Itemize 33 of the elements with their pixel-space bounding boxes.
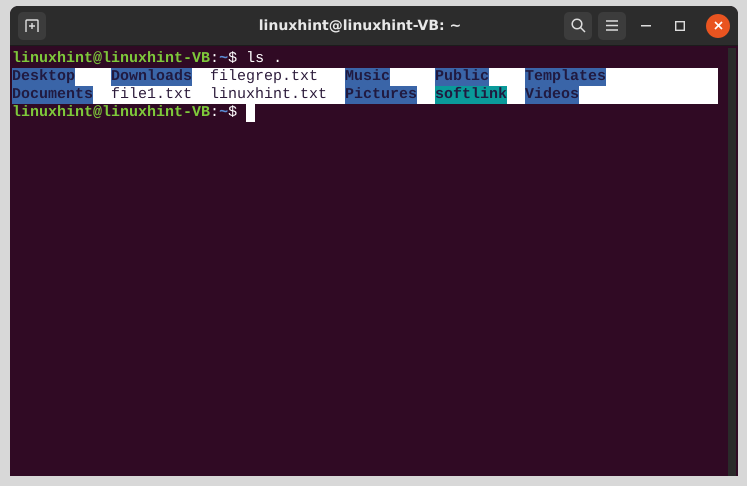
close-button[interactable] xyxy=(706,14,730,38)
folder-name: Public xyxy=(435,68,490,86)
folder-name: Downloads xyxy=(111,68,192,86)
file-name: file1.txt xyxy=(111,86,192,104)
command-text: ls . xyxy=(246,50,282,68)
prompt-path: ~ xyxy=(219,50,228,68)
menu-button[interactable] xyxy=(598,12,626,40)
prompt-separator: : xyxy=(210,50,220,68)
prompt-user: linuxhint@linuxhint-VB xyxy=(12,104,210,122)
folder-name: Videos xyxy=(525,86,580,104)
close-icon xyxy=(714,21,722,30)
folder-name: Documents xyxy=(12,86,94,104)
folder-name: Templates xyxy=(525,68,606,86)
maximize-icon xyxy=(675,20,685,30)
new-tab-button[interactable] xyxy=(18,12,46,40)
prompt-user: linuxhint@linuxhint-VB xyxy=(12,50,210,68)
search-button[interactable] xyxy=(564,12,592,40)
prompt-symbol: $ xyxy=(228,104,238,122)
folder-name: Music xyxy=(345,68,390,86)
search-icon xyxy=(570,18,586,33)
new-tab-icon xyxy=(25,18,39,32)
window-title: linuxhint@linuxhint-VB: ~ xyxy=(258,18,462,34)
folder-name: Pictures xyxy=(345,86,418,104)
file-name: linuxhint.txt xyxy=(210,86,328,104)
file-name: filegrep.txt xyxy=(210,68,318,86)
minimize-icon xyxy=(641,24,651,26)
prompt-symbol: $ xyxy=(228,50,238,68)
scrollbar[interactable] xyxy=(728,48,736,476)
link-name: softlink xyxy=(435,86,508,104)
prompt-separator: : xyxy=(210,104,220,122)
menu-icon xyxy=(606,20,618,31)
folder-name: Desktop xyxy=(12,68,76,86)
prompt-path: ~ xyxy=(219,104,228,122)
